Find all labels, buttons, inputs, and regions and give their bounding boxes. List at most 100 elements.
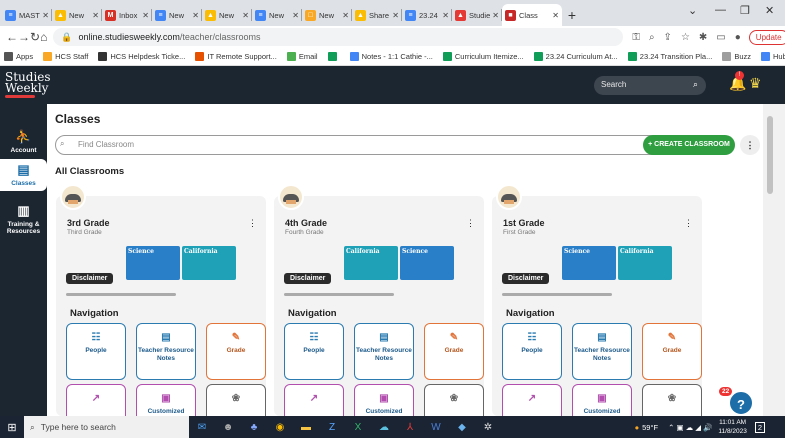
weather-temp[interactable]: 59°F — [642, 423, 658, 432]
browser-tab[interactable]: □ New ✕ — [302, 4, 352, 26]
nav-tile[interactable]: ✎ Grade — [206, 323, 266, 380]
extensions-icon[interactable]: ✱ — [699, 32, 707, 43]
nav-tile[interactable]: ☷ People — [502, 323, 562, 380]
file-explorer-icon[interactable]: ▬ — [293, 422, 319, 433]
bookmark-item[interactable]: Notes - 1:1 Cathie -... — [349, 52, 433, 61]
nav-tile[interactable]: ▤ Teacher Resource Notes — [136, 323, 196, 380]
tab-close-icon[interactable]: ✕ — [552, 11, 559, 20]
browser-tab[interactable]: ▲ Studie ✕ — [452, 4, 502, 26]
classroom-card[interactable]: 3rd Grade Third Grade ⋮ Science Californi… — [56, 184, 266, 416]
acrobat-icon[interactable]: ⅄ — [397, 422, 423, 433]
teams-icon[interactable]: ☻ — [215, 422, 241, 433]
new-tab-button[interactable]: + — [562, 4, 582, 26]
classroom-menu-icon[interactable]: ⋮ — [466, 218, 475, 229]
bookmark-item[interactable]: 23.24 Transition Pla... — [627, 52, 712, 61]
scrollbar-thumb[interactable] — [767, 116, 773, 194]
update-button[interactable]: Update — [748, 29, 785, 45]
tab-search-icon[interactable]: ⌄ — [688, 4, 697, 17]
create-classroom-button[interactable]: + CREATE CLASSROOM — [643, 135, 735, 155]
sidebar-item-training-resources[interactable]: ▥ Training & Resources — [0, 200, 47, 235]
studies-weekly-logo[interactable]: Studies Weekly — [5, 71, 51, 98]
classroom-menu-icon[interactable]: ⋮ — [684, 218, 693, 229]
publication-thumbnail[interactable]: Science — [562, 246, 616, 280]
minimize-icon[interactable]: — — [715, 4, 726, 16]
browser-tab[interactable]: ▲ Share ✕ — [352, 4, 402, 26]
bookmark-item[interactable]: IT Remote Support... — [195, 52, 277, 61]
nav-tile[interactable]: ↗ — [284, 384, 344, 416]
nav-tile[interactable]: ▣ Customized — [572, 384, 632, 416]
bookmark-item[interactable]: Curriculum Itemize... — [442, 52, 524, 61]
tab-close-icon[interactable]: ✕ — [42, 11, 49, 20]
nav-tile[interactable]: ❀ — [206, 384, 266, 416]
publication-carousel[interactable]: California Science — [344, 246, 484, 280]
nav-tile[interactable]: ↗ — [502, 384, 562, 416]
nav-tile[interactable]: ☷ People — [284, 323, 344, 380]
publication-thumbnail[interactable]: California — [182, 246, 236, 280]
bookmark-item[interactable]: Buzz — [722, 52, 751, 61]
app-icon[interactable]: ☁ — [371, 422, 397, 433]
app2-icon[interactable]: ◆ — [449, 422, 475, 433]
browser-tab[interactable]: ≡ MAST ✕ — [2, 4, 52, 26]
help-button[interactable]: ? — [728, 390, 754, 416]
sidebar-item-account[interactable]: ⛹ Account — [0, 126, 47, 156]
url-input[interactable]: 🔒 online.studiesweekly.com/teacher/class… — [53, 28, 624, 46]
bookmark-item[interactable] — [327, 52, 340, 61]
bookmark-item[interactable]: Email — [286, 52, 318, 61]
tab-close-icon[interactable]: ✕ — [242, 11, 249, 20]
nav-tile[interactable]: ✎ Grade — [424, 323, 484, 380]
trophy-icon[interactable]: ♛ — [749, 75, 762, 92]
disclaimer-button[interactable]: Disclaimer — [502, 273, 550, 284]
tab-close-icon[interactable]: ✕ — [392, 11, 399, 20]
browser-tab[interactable]: ≡ New ✕ — [152, 4, 202, 26]
tab-close-icon[interactable]: ✕ — [292, 11, 299, 20]
people-icon[interactable]: ♣ — [241, 422, 267, 433]
nav-tile[interactable]: ❀ — [424, 384, 484, 416]
publication-thumbnail[interactable]: Science — [400, 246, 454, 280]
disclaimer-button[interactable]: Disclaimer — [66, 273, 114, 284]
classroom-menu-icon[interactable]: ⋮ — [248, 218, 257, 229]
browser-tab[interactable]: ■ Class ✕ — [502, 4, 562, 26]
publication-thumbnail[interactable]: Science — [126, 246, 180, 280]
star-icon[interactable]: ☆ — [681, 32, 690, 43]
word-icon[interactable]: W — [423, 422, 449, 433]
scrollbar[interactable] — [763, 104, 785, 416]
reload-icon[interactable]: ↻ — [30, 30, 40, 44]
tab-close-icon[interactable]: ✕ — [342, 11, 349, 20]
carousel-scrollbar[interactable] — [502, 293, 612, 296]
nav-tile[interactable]: ↗ — [66, 384, 126, 416]
outlook-icon[interactable]: ✉ — [189, 422, 215, 433]
disclaimer-button[interactable]: Disclaimer — [284, 273, 332, 284]
back-icon[interactable]: ← — [6, 30, 18, 44]
sidepanel-icon[interactable]: ▭ — [716, 32, 725, 43]
share-icon[interactable]: ⇪ — [664, 32, 672, 43]
zoom-app-icon[interactable]: Z — [319, 422, 345, 433]
publication-thumbnail[interactable]: California — [618, 246, 672, 280]
key-icon[interactable]: ⚿ — [632, 32, 640, 43]
browser-tab[interactable]: ≡ 23.24 ✕ — [402, 4, 452, 26]
carousel-scrollbar[interactable] — [66, 293, 176, 296]
nav-tile[interactable]: ▤ Teacher Resource Notes — [354, 323, 414, 380]
bookmark-item[interactable]: HCS Helpdesk Ticke... — [98, 52, 185, 61]
classroom-card[interactable]: 1st Grade First Grade ⋮ Science Californi… — [492, 184, 702, 416]
bookmark-item[interactable]: Apps — [4, 52, 33, 61]
home-icon[interactable]: ⌂ — [40, 30, 47, 44]
forward-icon[interactable]: → — [18, 30, 30, 44]
publication-carousel[interactable]: Science California — [126, 246, 266, 280]
close-window-icon[interactable]: ✕ — [765, 4, 774, 17]
profile-icon[interactable]: ● — [735, 32, 741, 43]
carousel-scrollbar[interactable] — [284, 293, 394, 296]
browser-tab[interactable]: ≡ New ✕ — [252, 4, 302, 26]
nav-tile[interactable]: ▣ Customized — [354, 384, 414, 416]
tab-close-icon[interactable]: ✕ — [92, 11, 99, 20]
maximize-icon[interactable]: ❐ — [740, 4, 750, 17]
tab-close-icon[interactable]: ✕ — [492, 11, 499, 20]
nav-tile[interactable]: ✎ Grade — [642, 323, 702, 380]
windows-start-icon[interactable]: ⊞ — [0, 421, 24, 434]
more-options-icon[interactable]: ⋮ — [740, 135, 760, 155]
tab-close-icon[interactable]: ✕ — [442, 11, 449, 20]
nav-tile[interactable]: ☷ People — [66, 323, 126, 380]
zoom-icon[interactable]: ⌕ — [649, 32, 655, 43]
taskbar-search-input[interactable]: ⌕ Type here to search — [24, 416, 189, 438]
clock[interactable]: 11:01 AM 11/8/2023 — [718, 418, 746, 436]
classroom-card[interactable]: 4th Grade Fourth Grade ⋮ California Scien… — [274, 184, 484, 416]
